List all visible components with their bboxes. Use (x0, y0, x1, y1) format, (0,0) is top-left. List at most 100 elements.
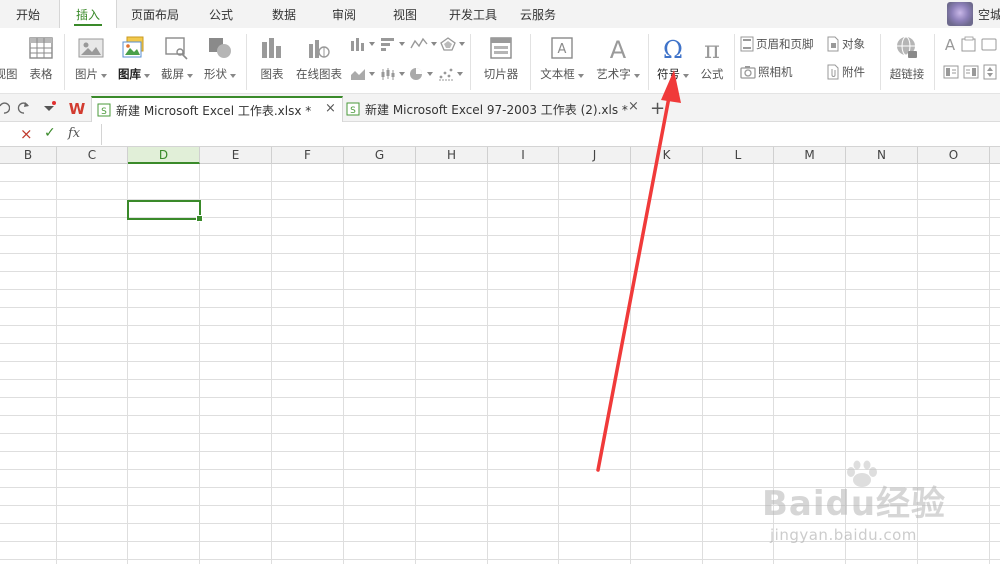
spinner-icon (983, 64, 997, 80)
scatter-chart-dropdown[interactable] (438, 64, 463, 84)
slicer-label: 切片器 (483, 67, 519, 81)
tab-developer[interactable]: 开发工具 (440, 0, 506, 28)
hyperlink-button[interactable]: 超链接 (884, 28, 930, 94)
attachment-button[interactable]: 附件 (826, 62, 865, 82)
close-tab-button[interactable]: × (628, 99, 639, 114)
area-chart-dropdown[interactable] (350, 64, 375, 84)
plus-icon: + (650, 97, 666, 119)
tab-document-xls[interactable]: S 新建 Microsoft Excel 97-2003 工作表 (2).xls… (344, 96, 646, 122)
spin-button[interactable] (983, 62, 997, 82)
table-button[interactable]: 表格 (24, 28, 58, 94)
slicer-button[interactable]: 切片器 (478, 28, 524, 94)
view-button[interactable]: 视图 (0, 28, 20, 94)
online-chart-icon (309, 40, 330, 58)
redo-button[interactable] (16, 98, 30, 118)
confirm-edit-button[interactable]: ✓ (44, 125, 56, 141)
pie-chart-dropdown[interactable] (408, 64, 433, 84)
tab-insert[interactable]: 插入 (59, 0, 117, 28)
column-chart-dropdown[interactable] (350, 34, 375, 54)
hyperlink-label: 超链接 (889, 67, 925, 81)
formula-button[interactable]: π 公式 (694, 28, 730, 94)
ribbon-divider (648, 34, 649, 90)
column-header[interactable]: B (0, 147, 57, 164)
table-label: 表格 (29, 67, 53, 81)
text-style-button[interactable]: A (943, 34, 957, 54)
tab-page-layout[interactable]: 页面布局 (120, 0, 190, 28)
tab-home[interactable]: 开始 (0, 0, 56, 28)
wps-logo[interactable]: W (68, 98, 86, 118)
grid-column-line (558, 164, 559, 564)
grid-column-line (630, 164, 631, 564)
tab-view[interactable]: 视图 (377, 0, 433, 28)
header-footer-label: 页眉和页脚 (756, 37, 814, 51)
column-header[interactable]: O (918, 147, 990, 164)
line-chart-dropdown[interactable] (410, 34, 437, 54)
art-text-label: 艺术字 (592, 66, 644, 82)
radar-chart-icon (440, 37, 456, 51)
column-header[interactable]: J (559, 147, 631, 164)
attachment-label: 附件 (842, 65, 865, 79)
column-header[interactable]: C (57, 147, 128, 164)
tab-formulas[interactable]: 公式 (193, 0, 249, 28)
column-header[interactable]: M (774, 147, 846, 164)
column-header[interactable]: E (200, 147, 272, 164)
online-chart-button[interactable]: 在线图表 (292, 28, 346, 94)
tab-data[interactable]: 数据 (256, 0, 312, 28)
textbox-icon: A (551, 37, 573, 59)
stock-chart-dropdown[interactable] (380, 64, 405, 84)
object-button[interactable]: 对象 (826, 34, 865, 54)
grid-column-line (415, 164, 416, 564)
column-header[interactable]: N (846, 147, 918, 164)
screenshot-button[interactable]: 截屏 (156, 28, 198, 94)
gallery-button[interactable]: 图库 (114, 28, 154, 94)
active-cell-d3[interactable] (127, 200, 203, 222)
frame-button[interactable] (961, 34, 977, 54)
rectangle-icon (981, 38, 997, 51)
tab-review[interactable]: 审阅 (316, 0, 372, 28)
svg-text:Ω: Ω (663, 36, 683, 62)
column-header[interactable]: G (344, 147, 416, 164)
redo-icon (17, 102, 29, 114)
ribbon-divider (64, 34, 65, 90)
layout-right-button[interactable] (963, 62, 979, 82)
shape-button[interactable]: 形状 (200, 28, 240, 94)
column-header[interactable]: I (488, 147, 559, 164)
wps-w-icon: W (69, 100, 86, 116)
formula-input[interactable] (101, 124, 1000, 145)
user-name[interactable]: 空城 (978, 0, 1000, 28)
column-header[interactable]: K (631, 147, 703, 164)
radar-chart-dropdown[interactable] (440, 34, 465, 54)
hyperlink-globe-icon (897, 36, 917, 58)
picture-icon (78, 38, 104, 58)
camera-button[interactable]: 照相机 (740, 62, 793, 82)
chart-button[interactable]: 图表 (252, 28, 292, 94)
new-tab-button[interactable]: + (650, 97, 666, 119)
layout-icon (963, 65, 979, 79)
textbox-button[interactable]: A 文本框 (536, 28, 588, 94)
header-footer-button[interactable]: 页眉和页脚 (740, 34, 814, 54)
column-header[interactable]: L (703, 147, 774, 164)
user-avatar[interactable] (947, 2, 973, 26)
baidu-jingyan-watermark: Baidu经验 jingyan.baidu.com (762, 460, 992, 560)
undo-button[interactable] (0, 98, 10, 118)
column-header-selected[interactable]: D (128, 147, 200, 164)
object-icon (827, 36, 839, 52)
screenshot-icon (165, 37, 188, 60)
layout-left-button[interactable] (943, 62, 959, 82)
art-text-button[interactable]: A 艺术字 (592, 28, 644, 94)
tab-document-xlsx[interactable]: S 新建 Microsoft Excel 工作表.xlsx * × (91, 96, 343, 122)
column-header[interactable]: H (416, 147, 488, 164)
tab-cloud-service[interactable]: 云服务 (510, 0, 566, 28)
online-chart-label: 在线图表 (296, 67, 342, 81)
picture-button[interactable]: 图片 (70, 28, 112, 94)
rectangle-button[interactable] (981, 34, 997, 54)
column-header[interactable]: F (272, 147, 344, 164)
cancel-edit-button[interactable]: × (20, 125, 33, 143)
line-chart-icon (410, 37, 428, 49)
insert-function-button[interactable]: fx (68, 126, 80, 141)
quick-access-dropdown[interactable] (42, 98, 56, 118)
close-tab-button[interactable]: × (325, 101, 336, 116)
symbol-button[interactable]: Ω 符号 (652, 28, 694, 94)
symbol-label: 符号 (652, 66, 694, 82)
bar-chart-dropdown[interactable] (380, 34, 405, 54)
